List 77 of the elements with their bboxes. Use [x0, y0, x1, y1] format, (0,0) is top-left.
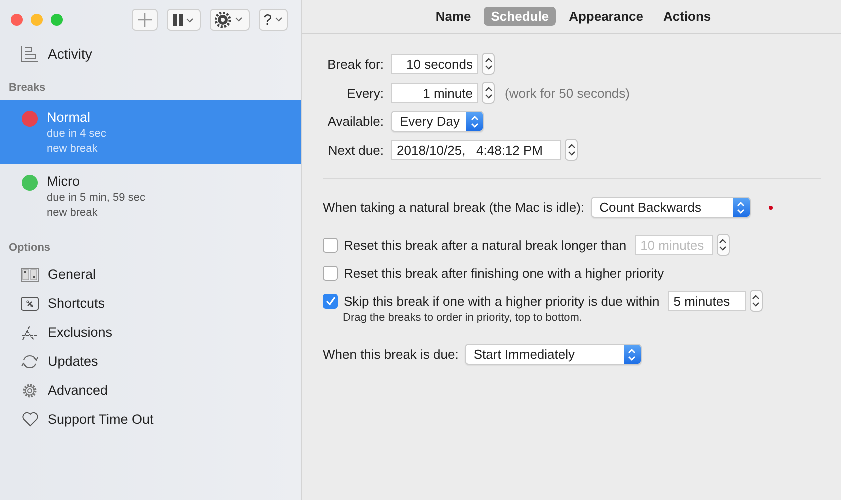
checkbox-label: Reset this break after a natural break longer than	[344, 238, 627, 252]
option-label: Exclusions	[48, 325, 113, 340]
tab[interactable]: Name	[428, 7, 478, 26]
section-heading: Options	[8, 241, 52, 256]
gear-icon	[22, 382, 38, 398]
break-item[interactable]: Micro due in 5 min, 59 sec new break	[0, 164, 301, 228]
up-down-arrows-icon	[737, 200, 746, 214]
plus-icon	[136, 12, 153, 28]
add-button[interactable]	[132, 9, 158, 31]
up-down-arrows-icon	[484, 56, 492, 72]
activity-item[interactable]: Activity	[0, 33, 301, 66]
stepper[interactable]	[565, 139, 578, 161]
option-label: Support Time Out	[48, 412, 154, 427]
option-item[interactable]: Updates	[0, 347, 301, 376]
work-note: (work for 50 seconds)	[505, 86, 630, 100]
keyboard-key-icon	[21, 296, 39, 310]
chevron-icon	[275, 17, 283, 23]
duration-field[interactable]: 10 seconds	[391, 54, 478, 74]
gear-icon	[214, 12, 245, 28]
option-item[interactable]: Shortcuts	[0, 289, 301, 318]
stepper[interactable]	[750, 290, 763, 312]
option-item[interactable]: Exclusions	[0, 318, 301, 347]
field-label: Next due:	[327, 142, 384, 158]
break-name: Normal	[47, 109, 92, 127]
up-down-arrows-icon	[628, 348, 636, 362]
tab[interactable]: Appearance	[562, 7, 650, 26]
field-label: Break for:	[326, 56, 384, 72]
break-detail: due in 4 sec	[47, 127, 106, 142]
refresh-icon	[21, 354, 39, 370]
checkbox[interactable]	[323, 266, 338, 280]
stepper[interactable]	[482, 53, 495, 75]
tab[interactable]: Actions	[656, 7, 718, 26]
help-button[interactable]: ?	[258, 9, 288, 31]
settings-button[interactable]	[210, 9, 250, 31]
priority-note: Drag the breaks to order in priority, top to bottom.	[343, 312, 584, 324]
break-detail: new break	[47, 142, 99, 157]
up-down-arrows-icon	[719, 237, 728, 253]
stepper[interactable]	[716, 234, 730, 256]
option-item[interactable]: General	[0, 260, 301, 289]
section-heading: Breaks	[8, 81, 47, 96]
field-label: Every:	[346, 86, 384, 100]
bar-chart-icon	[21, 46, 39, 62]
pause-icon	[172, 14, 196, 26]
dropdown[interactable]: Every Day	[391, 111, 484, 132]
option-item[interactable]: Support Time Out	[0, 405, 301, 434]
up-down-arrows-icon	[752, 293, 760, 309]
checkbox-label: Reset this break after finishing one with a higher priority	[344, 266, 664, 280]
up-down-arrows-icon	[568, 142, 576, 158]
field-label: Available:	[326, 114, 384, 129]
option-item[interactable]: Advanced	[0, 376, 301, 405]
up-down-arrows-icon	[470, 114, 478, 128]
option-label: Shortcuts	[48, 296, 106, 311]
break-name: Micro	[47, 173, 81, 191]
heart-icon	[22, 412, 38, 427]
duration-field[interactable]: 5 minutes	[668, 291, 746, 311]
stepper[interactable]	[482, 82, 495, 104]
due-label: When this break is due:	[323, 347, 459, 362]
option-label: General	[48, 267, 96, 282]
dropdown[interactable]: Start Immediately	[464, 344, 642, 365]
panels-icon	[21, 268, 39, 282]
dropdown[interactable]: Count Backwards	[590, 197, 751, 218]
checkmark-icon	[324, 295, 336, 307]
natural-break-label: When taking a natural break (the Mac is idle):	[323, 200, 585, 215]
date-field[interactable]: 2018/10/25, 4:48:12 PM	[391, 140, 561, 160]
app-store-icon	[21, 324, 39, 340]
up-down-arrows-icon	[484, 85, 492, 101]
interval-field[interactable]: 1 minute	[391, 83, 478, 103]
pause-button[interactable]	[166, 9, 201, 31]
option-label: Advanced	[48, 383, 108, 398]
indicator-dot	[768, 206, 773, 210]
close-icon[interactable]	[11, 14, 23, 26]
option-label: Updates	[48, 354, 98, 369]
checkbox[interactable]	[323, 238, 338, 252]
checkbox-label: Skip this break if one with a higher priority is due within	[344, 294, 660, 308]
checkbox[interactable]	[323, 294, 338, 308]
break-detail: new break	[47, 206, 99, 221]
break-detail: due in 5 min, 59 sec	[47, 191, 146, 206]
